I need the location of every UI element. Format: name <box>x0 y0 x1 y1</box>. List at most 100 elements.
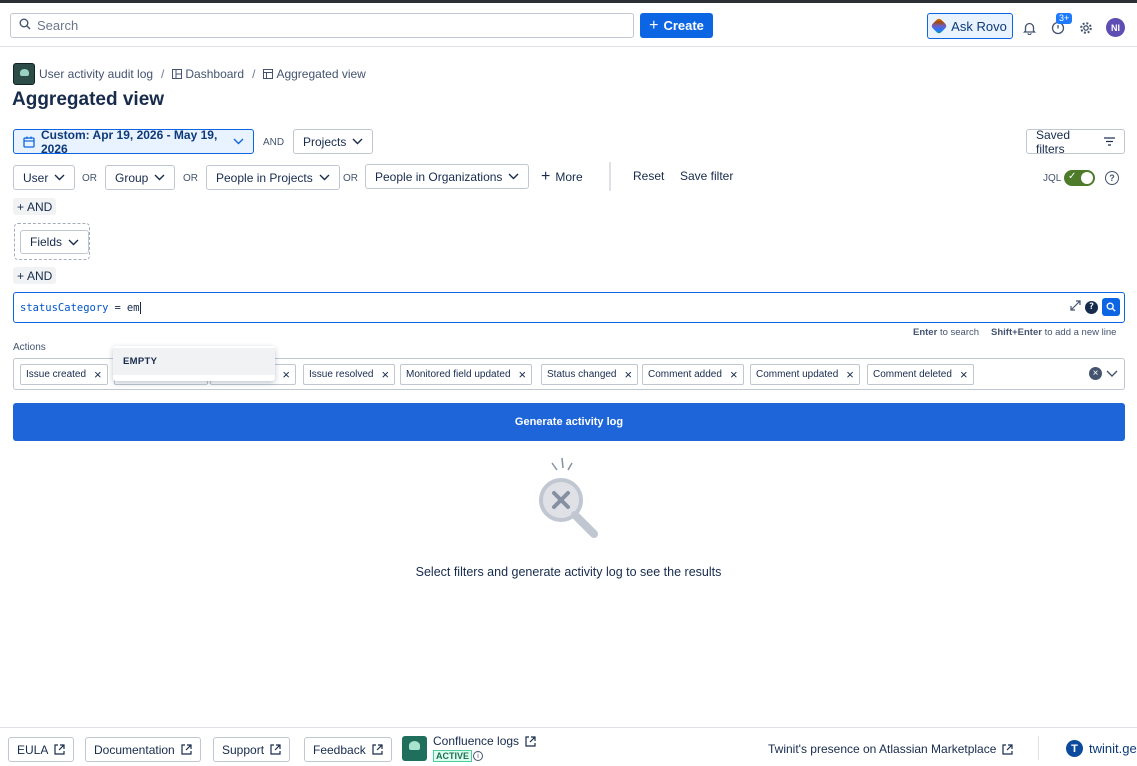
breadcrumb-dashboard[interactable]: Dashboard <box>185 67 244 81</box>
save-filter-button[interactable]: Save filter <box>680 169 733 183</box>
close-icon[interactable]: × <box>730 367 738 382</box>
plus-icon: + <box>17 268 25 283</box>
breadcrumb-separator: / <box>161 66 165 81</box>
chip-label: Issue resolved <box>309 369 374 380</box>
bell-icon[interactable] <box>1021 20 1037 36</box>
no-results-illustration <box>532 456 602 538</box>
create-label: Create <box>663 18 704 33</box>
chevron-down-icon <box>54 174 65 181</box>
user-label: User <box>23 170 49 185</box>
people-in-organizations-label: People in Organizations <box>375 169 503 184</box>
support-label: Support <box>222 742 265 757</box>
action-chip: Issue resolved × <box>303 364 396 385</box>
eula-link[interactable]: EULA <box>8 737 75 762</box>
expand-icon[interactable] <box>1070 300 1081 314</box>
chevron-down-icon <box>508 173 519 180</box>
app-logo-icon <box>13 62 35 85</box>
jql-help-icon[interactable]: ? <box>1085 300 1098 314</box>
suggestion-empty[interactable]: EMPTY <box>113 348 275 375</box>
calendar-icon <box>23 136 35 148</box>
external-link-icon <box>181 744 192 755</box>
user-dropdown[interactable]: User <box>13 165 76 190</box>
divider <box>609 162 611 191</box>
actions-label: Actions <box>13 342 46 353</box>
confluence-logs-link[interactable]: Confluence logs <box>433 734 536 748</box>
ask-rovo-button[interactable]: Ask Rovo <box>927 13 1013 39</box>
twinit-brand-link[interactable]: T twinit.ge <box>1066 740 1137 757</box>
breadcrumb-app[interactable]: User activity audit log <box>39 67 153 81</box>
documentation-label: Documentation <box>94 742 175 757</box>
chevron-down-icon <box>352 138 363 145</box>
add-and-label: AND <box>27 199 53 214</box>
date-range-button[interactable]: Custom: Apr 19, 2026 - May 19, 2026 <box>13 127 254 156</box>
close-icon[interactable]: × <box>960 367 968 382</box>
plus-icon: + <box>541 168 551 185</box>
jql-search-button[interactable] <box>1102 298 1120 316</box>
chip-label: Comment deleted <box>873 369 952 380</box>
gear-icon[interactable] <box>1078 20 1094 36</box>
more-button[interactable]: + More <box>541 168 583 185</box>
group-dropdown[interactable]: Group <box>105 165 176 190</box>
check-icon: ✓ <box>1068 171 1077 182</box>
active-status-badge: ACTIVE <box>433 750 473 762</box>
documentation-link[interactable]: Documentation <box>85 737 201 762</box>
create-button[interactable]: + Create <box>640 13 713 38</box>
avatar[interactable]: NI <box>1106 18 1125 37</box>
jql-query-input[interactable]: statusCategory = em ? <box>13 292 1125 323</box>
add-and-button[interactable]: + AND <box>13 198 57 215</box>
chevron-down-icon[interactable] <box>1106 367 1118 381</box>
external-link-icon <box>270 744 281 755</box>
support-link[interactable]: Support <box>213 737 291 762</box>
external-link-icon <box>525 735 536 747</box>
people-in-organizations-dropdown[interactable]: People in Organizations <box>365 164 530 189</box>
help-icon[interactable]: ? <box>1105 171 1119 185</box>
clear-all-icon[interactable]: × <box>1089 367 1102 380</box>
close-icon[interactable]: × <box>94 367 102 382</box>
group-label: Group <box>115 170 149 185</box>
jql-tools: ? <box>1070 298 1120 316</box>
saved-filters-button[interactable]: Saved filters <box>1026 128 1125 156</box>
search-placeholder: Search <box>37 18 79 33</box>
eula-label: EULA <box>17 742 49 757</box>
chip-label: Comment added <box>648 369 722 380</box>
date-range-label: Custom: Apr 19, 2026 - May 19, 2026 <box>41 127 218 156</box>
enter-key: Enter <box>913 327 938 338</box>
enter-hint-text: to search <box>939 327 980 338</box>
chip-label: Comment updated <box>756 369 839 380</box>
close-icon[interactable]: × <box>846 367 854 382</box>
close-icon[interactable]: × <box>282 367 290 382</box>
rovo-logo-icon <box>930 17 948 35</box>
footer-divider <box>1038 736 1039 760</box>
projects-dropdown[interactable]: Projects <box>293 129 374 154</box>
action-chip: Comment updated × <box>750 364 860 385</box>
generate-activity-log-button[interactable]: Generate activity log <box>13 403 1125 441</box>
feedback-link[interactable]: Feedback <box>304 737 392 762</box>
breadcrumb-current: Aggregated view <box>276 66 366 81</box>
info-icon[interactable]: i <box>473 751 483 761</box>
fields-dropdown[interactable]: Fields <box>20 230 90 254</box>
close-icon[interactable]: × <box>625 367 633 382</box>
action-chip: Comment deleted × <box>867 364 974 385</box>
filter-lines-icon <box>1104 137 1115 146</box>
reset-button[interactable]: Reset <box>633 169 664 183</box>
breadcrumb-separator: / <box>252 66 256 81</box>
action-chip: Monitored field updated × <box>400 364 533 385</box>
twinit-logo-icon: T <box>1066 740 1083 757</box>
external-link-icon <box>54 744 65 755</box>
add-and-button[interactable]: + AND <box>13 267 57 284</box>
search-icon <box>19 18 37 33</box>
marketplace-label: Twinit's presence on Atlassian Marketpla… <box>768 742 997 756</box>
notification-badge: 3+ <box>1056 13 1073 24</box>
jql-toggle[interactable]: ✓ <box>1064 170 1095 186</box>
rovo-label: Ask Rovo <box>951 18 1007 34</box>
or-label: OR <box>82 173 97 184</box>
close-icon[interactable]: × <box>519 367 527 382</box>
projects-label: Projects <box>303 134 347 149</box>
close-icon[interactable]: × <box>381 367 389 382</box>
marketplace-link[interactable]: Twinit's presence on Atlassian Marketpla… <box>768 742 1014 756</box>
chip-label: Monitored field updated <box>406 369 511 380</box>
action-chip: Status changed × <box>541 364 639 385</box>
people-in-projects-dropdown[interactable]: People in Projects <box>206 165 340 190</box>
shift-enter-key: Shift+Enter <box>991 327 1042 338</box>
global-search-input[interactable]: Search <box>10 13 634 38</box>
